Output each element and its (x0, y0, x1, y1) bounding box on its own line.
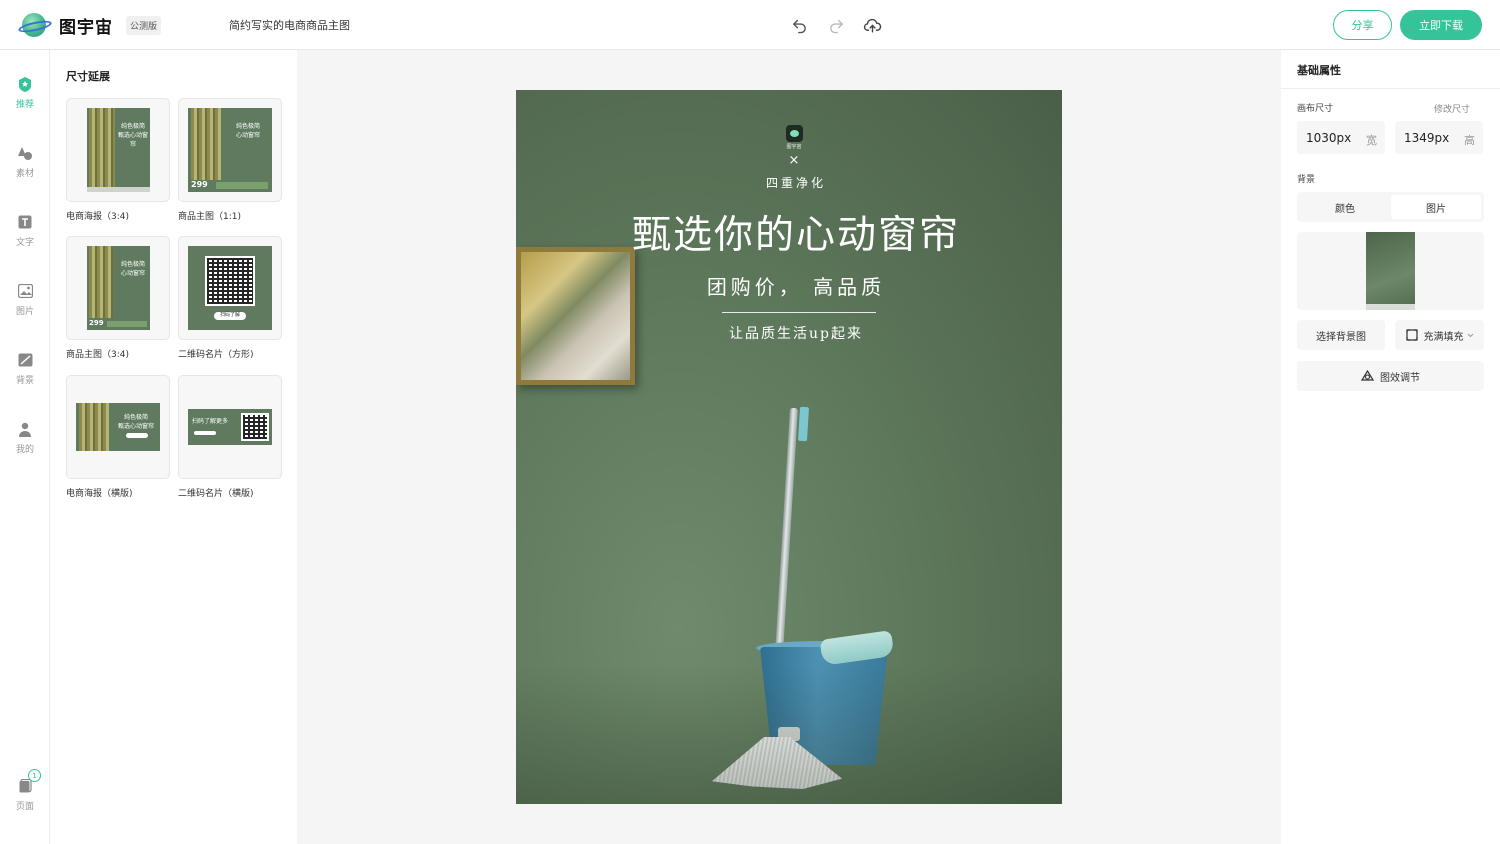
background-icon (16, 351, 34, 369)
template-label: 二维码名片（方形) (178, 350, 254, 360)
height-field[interactable]: 1349px 高 (1395, 121, 1483, 154)
select-background-button[interactable]: 选择背景图 (1297, 320, 1385, 350)
select-background-label: 选择背景图 (1316, 331, 1366, 343)
template-item[interactable]: 纯色极简 甄选心动窗帘 电商海报（横版) (66, 375, 170, 499)
fill-mode-select[interactable]: 充满填充 (1395, 320, 1484, 350)
template-label: 商品主图（3:4) (66, 350, 129, 360)
rail-item-image[interactable]: 图片 (0, 282, 50, 317)
top-bar: 图宇宙 公测版 简约写实的电商商品主图 分享 立即下载 (0, 0, 1500, 50)
panel-title: 尺寸延展 (66, 70, 110, 83)
user-icon (16, 420, 34, 438)
qr-code-icon (205, 256, 255, 306)
shapes-icon (16, 144, 34, 162)
background-thumbnail-image (1366, 232, 1415, 310)
canvas-size-label: 画布尺寸 (1297, 104, 1334, 114)
poster-logo-icon[interactable] (786, 125, 803, 142)
template-item[interactable]: 纯色极简 心动窗帘 299 商品主图（3:4) (66, 236, 170, 360)
cloud-upload-icon[interactable] (862, 15, 882, 35)
rail-item-pages[interactable]: 1 页面 (0, 769, 50, 812)
poster-tagline[interactable]: 让品质生活up起来 (516, 323, 1062, 343)
mop-handle-image[interactable] (769, 407, 798, 748)
redo-icon[interactable] (826, 15, 846, 35)
width-value: 1030px (1306, 131, 1352, 145)
text-icon (16, 213, 34, 231)
properties-panel: 基础属性 画布尺寸 修改尺寸 1030px 宽 1349px 高 背景 颜色 图… (1281, 50, 1500, 844)
template-thumbnail[interactable]: 扫码了解 (178, 236, 282, 340)
template-label: 电商海报（横版) (66, 489, 133, 499)
rail-item-background[interactable]: 背景 (0, 351, 50, 386)
template-thumbnail[interactable]: 纯色极简 甄选心动窗帘 (66, 375, 170, 479)
mop-collar-image (778, 727, 800, 741)
star-badge-icon (16, 75, 34, 93)
rail-label: 背景 (15, 376, 34, 386)
poster-cross[interactable]: × (786, 153, 802, 168)
rail-item-text[interactable]: 文字 (0, 213, 50, 248)
poster-headline[interactable]: 甄选你的心动窗帘 (516, 204, 1062, 260)
poster-logo-text[interactable]: 图宇宙 (779, 143, 809, 150)
template-label: 商品主图（1:1) (178, 212, 241, 222)
height-value: 1349px (1404, 131, 1450, 145)
download-button[interactable]: 立即下载 (1400, 10, 1482, 40)
mop-head-image[interactable] (712, 737, 842, 789)
qr-code-icon (241, 413, 269, 441)
template-item[interactable]: 扫码了解 二维码名片（方形) (178, 236, 282, 360)
chevron-down-icon (1467, 333, 1474, 338)
share-button[interactable]: 分享 (1333, 10, 1392, 40)
template-thumbnail[interactable]: 纯色极简 心动窗帘 299 (178, 98, 282, 202)
document-title[interactable]: 简约写实的电商商品主图 (229, 17, 350, 33)
width-field[interactable]: 1030px 宽 (1297, 121, 1385, 154)
app-name: 图宇宙 (59, 17, 113, 38)
rail-item-recommend[interactable]: 推荐 (0, 75, 50, 110)
image-icon (16, 282, 34, 300)
page-count-badge: 1 (28, 769, 41, 782)
background-type-toggle: 颜色 图片 (1297, 192, 1484, 222)
canvas-area: 图宇宙 × 四重净化 甄选你的心动窗帘 团购价， 高品质 让品质生活up起来 (297, 50, 1281, 844)
rail-item-mine[interactable]: 我的 (0, 420, 50, 455)
rail-label: 素材 (15, 169, 34, 179)
rail-label: 推荐 (15, 100, 34, 110)
modify-size-link[interactable]: 修改尺寸 (1434, 102, 1470, 115)
template-item[interactable]: 扫码了解更多 二维码名片（横版) (178, 375, 282, 499)
template-thumbnail[interactable]: 纯色极简 心动窗帘 299 (66, 236, 170, 340)
rail-label: 我的 (15, 445, 34, 455)
mop-cap-image (797, 406, 810, 442)
divider (1281, 88, 1500, 89)
background-label: 背景 (1297, 175, 1316, 185)
fill-frame-icon (1405, 329, 1418, 341)
poster-line1[interactable]: 四重净化 (516, 174, 1062, 191)
size-extend-panel: 尺寸延展 纯色极简 甄选心动窗帘 电商海报（3:4) 纯色极简 心动窗帘 299 商… (50, 50, 297, 844)
poster-divider[interactable] (722, 312, 876, 313)
left-rail: 推荐 素材 文字 图片 背景 我的 1 页面 (0, 50, 50, 844)
app-logo[interactable]: 图宇宙 公测版 (17, 12, 162, 38)
beta-badge: 公测版 (126, 15, 162, 35)
template-item[interactable]: 纯色极简 心动窗帘 299 商品主图（1:1) (178, 98, 282, 222)
image-effect-label: 图效调节 (1380, 372, 1420, 384)
rail-label: 页面 (15, 802, 34, 812)
template-item[interactable]: 纯色极简 甄选心动窗帘 电商海报（3:4) (66, 98, 170, 222)
undo-icon[interactable] (789, 15, 809, 35)
template-label: 电商海报（3:4) (66, 212, 129, 222)
poster-canvas[interactable]: 图宇宙 × 四重净化 甄选你的心动窗帘 团购价， 高品质 让品质生活up起来 (516, 90, 1062, 804)
template-thumbnail[interactable]: 扫码了解更多 (178, 375, 282, 479)
effect-icon (1361, 370, 1374, 382)
template-thumbnail[interactable]: 纯色极简 甄选心动窗帘 (66, 98, 170, 202)
height-unit: 高 (1464, 134, 1475, 147)
bucket-image[interactable] (760, 647, 888, 765)
tab-color[interactable]: 颜色 (1300, 195, 1390, 219)
properties-title: 基础属性 (1297, 64, 1341, 77)
tab-image[interactable]: 图片 (1391, 195, 1481, 219)
template-label: 二维码名片（横版) (178, 489, 254, 499)
wall-painting-image[interactable] (516, 247, 635, 385)
rail-item-materials[interactable]: 素材 (0, 144, 50, 179)
rail-label: 图片 (15, 307, 34, 317)
image-effect-button[interactable]: 图效调节 (1297, 361, 1484, 391)
poster-subline[interactable]: 团购价， 高品质 (516, 271, 1062, 300)
rail-label: 文字 (15, 238, 34, 248)
planet-logo-icon (17, 12, 53, 38)
width-unit: 宽 (1366, 134, 1377, 147)
background-preview[interactable] (1297, 232, 1484, 310)
fill-mode-label: 充满填充 (1423, 331, 1464, 343)
